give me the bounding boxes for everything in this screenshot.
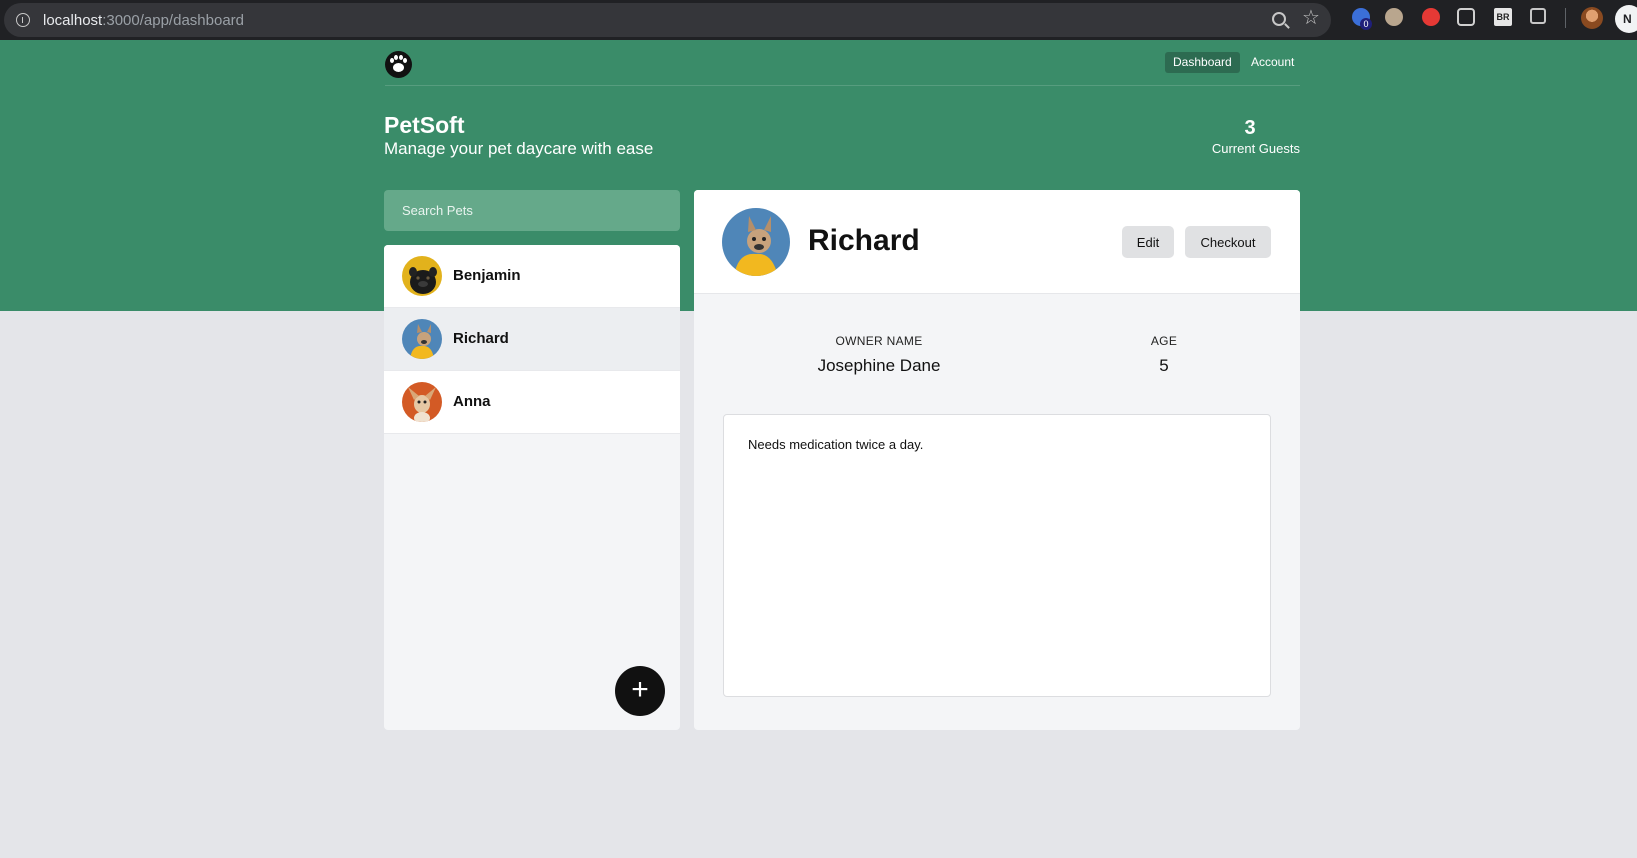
app-subtitle: Manage your pet daycare with ease xyxy=(384,139,654,158)
owner-name-label: OWNER NAME xyxy=(835,334,923,348)
extensions-puzzle-icon[interactable] xyxy=(1530,8,1546,24)
notes-text: Needs medication twice a day. xyxy=(748,437,924,452)
toolbar-divider xyxy=(1565,8,1566,28)
extension-3-icon[interactable] xyxy=(1422,8,1440,26)
extension-4-icon[interactable] xyxy=(1457,8,1475,26)
site-info-icon[interactable] xyxy=(16,13,30,27)
guest-count: 3 xyxy=(1244,117,1256,139)
pet-list-item-benjamin[interactable]: Benjamin xyxy=(384,245,680,308)
pet-list: Benjamin Richard Anna + xyxy=(384,245,680,730)
pet-avatar-benjamin xyxy=(402,256,442,296)
extension-5-icon[interactable]: BR xyxy=(1494,8,1512,26)
url-text[interactable]: localhost:3000/app/dashboard xyxy=(43,12,244,29)
app-title: PetSoft xyxy=(384,112,465,138)
browser-toolbar: localhost:3000/app/dashboard ☆ 0 BR N xyxy=(0,0,1637,40)
edit-button[interactable]: Edit xyxy=(1122,226,1174,258)
extension-badge: 0 xyxy=(1360,18,1372,30)
extension-2-icon[interactable] xyxy=(1385,8,1403,26)
pet-details-avatar xyxy=(722,208,790,276)
pet-name: Richard xyxy=(453,330,509,347)
add-pet-button[interactable]: + xyxy=(615,666,665,716)
guest-count-label: Current Guests xyxy=(1211,141,1300,156)
search-pets-input[interactable] xyxy=(384,190,680,231)
pet-avatar-anna xyxy=(402,382,442,422)
pet-details-header: Richard Edit Checkout xyxy=(694,190,1300,294)
age-value: 5 xyxy=(1159,356,1169,375)
pet-name: Anna xyxy=(453,393,491,410)
pet-details-name: Richard xyxy=(808,224,920,257)
paw-logo-icon[interactable] xyxy=(385,51,412,78)
profile-button[interactable]: N xyxy=(1615,5,1637,33)
pet-details-panel: Richard Edit Checkout OWNER NAME Josephi… xyxy=(694,190,1300,730)
pet-list-item-richard[interactable]: Richard xyxy=(384,308,680,371)
pet-list-item-anna[interactable]: Anna xyxy=(384,371,680,434)
nav-account[interactable]: Account xyxy=(1243,52,1302,73)
header-divider xyxy=(385,85,1300,86)
bookmark-star-icon[interactable]: ☆ xyxy=(1302,8,1320,28)
checkout-button[interactable]: Checkout xyxy=(1185,226,1271,258)
pet-name: Benjamin xyxy=(453,267,521,284)
owner-name-value: Josephine Dane xyxy=(817,356,941,375)
notes-box: Needs medication twice a day. xyxy=(723,414,1271,697)
profile-avatar[interactable] xyxy=(1581,7,1603,29)
pet-avatar-richard xyxy=(402,319,442,359)
nav-dashboard[interactable]: Dashboard xyxy=(1165,52,1240,73)
zoom-icon[interactable] xyxy=(1272,12,1286,26)
address-bar[interactable]: localhost:3000/app/dashboard ☆ xyxy=(4,3,1331,37)
age-label: AGE xyxy=(1150,334,1178,348)
